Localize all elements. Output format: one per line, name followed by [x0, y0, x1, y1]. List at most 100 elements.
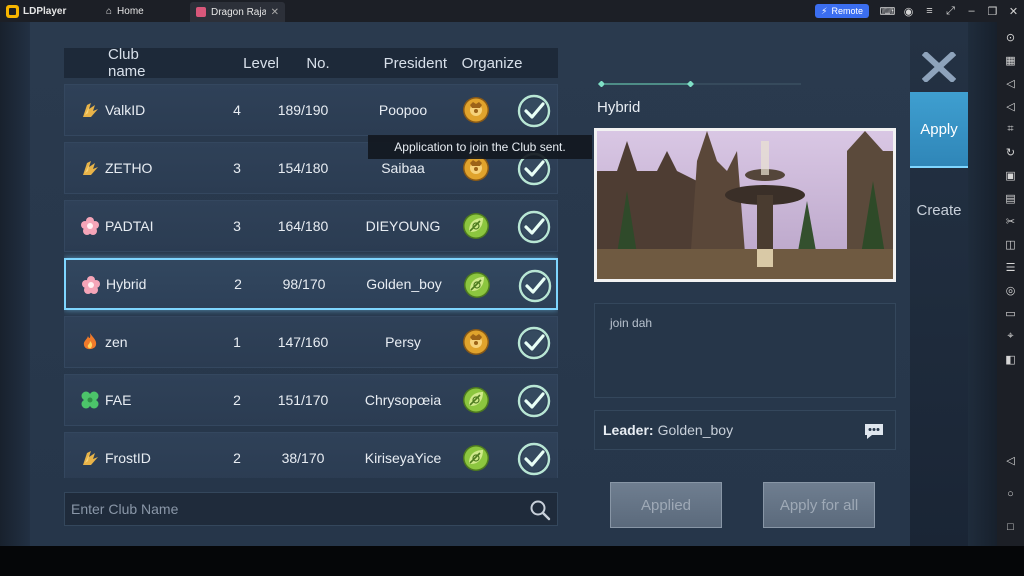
- club-row-president: DIEYOUNG: [365, 218, 441, 234]
- club-row-members: 164/180: [277, 218, 329, 234]
- header-no: No.: [306, 54, 330, 72]
- club-row-president: Golden_boy: [366, 276, 442, 292]
- account-icon[interactable]: ◉: [898, 5, 919, 18]
- location-icon[interactable]: ⌖: [1001, 325, 1021, 348]
- toast-message: Application to join the Club sent.: [368, 135, 592, 159]
- club-row-members: 151/170: [277, 392, 329, 408]
- club-row-name: Hybrid: [106, 276, 147, 292]
- folder-icon[interactable]: ▭: [1001, 302, 1021, 325]
- join-check-icon[interactable]: [517, 384, 551, 418]
- club-row-name: ValkID: [105, 102, 146, 118]
- brand-label: LDPlayer: [23, 5, 67, 17]
- ldplayer-logo-icon: [6, 4, 19, 18]
- decorative-line: [597, 81, 801, 87]
- sync-icon[interactable]: ☰: [1001, 256, 1021, 279]
- menu-icon[interactable]: ≡: [919, 5, 940, 18]
- organize-leaf-icon: [462, 270, 492, 300]
- back-icon[interactable]: ◁: [1001, 449, 1021, 472]
- club-emblem-wings-icon: [79, 99, 101, 121]
- shake-icon[interactable]: ◎: [1001, 279, 1021, 302]
- minimize-icon[interactable]: –: [961, 5, 982, 18]
- ldplayer-brand: LDPlayer: [0, 4, 96, 18]
- tab-close-icon[interactable]: ✕: [271, 7, 279, 18]
- club-row[interactable]: PADTAI 3 164/180 DIEYOUNG: [64, 200, 558, 252]
- club-description: join dah: [594, 303, 896, 398]
- volume-down-icon[interactable]: ◁: [1001, 95, 1021, 118]
- club-emblem-flower-icon: [80, 274, 102, 296]
- restore-icon[interactable]: ❐: [982, 5, 1003, 18]
- applied-button[interactable]: Applied: [610, 482, 722, 528]
- chat-icon[interactable]: [863, 422, 885, 440]
- tab-create[interactable]: Create: [910, 172, 968, 248]
- remote-label: Remote: [831, 6, 863, 16]
- tab-game[interactable]: Dragon Raja L... ✕: [190, 2, 285, 22]
- club-row-name: PADTAI: [105, 218, 154, 234]
- tab-apply[interactable]: Apply: [910, 92, 968, 168]
- settings-icon[interactable]: ⊙: [1001, 26, 1021, 49]
- tab-game-label: Dragon Raja L...: [211, 6, 266, 18]
- club-row-president: Saibaa: [381, 160, 425, 176]
- organize-leaf-icon: [461, 443, 491, 473]
- selected-club-title: Hybrid: [597, 99, 641, 116]
- operation-icon[interactable]: ◧: [1001, 348, 1021, 371]
- header-club-name: Club name: [108, 46, 146, 80]
- organize-leaf-icon: [461, 385, 491, 415]
- club-leader-row: Leader: Golden_boy: [594, 410, 896, 450]
- search-icon[interactable]: [529, 499, 551, 521]
- apk-icon[interactable]: ▤: [1001, 187, 1021, 210]
- club-search-input[interactable]: [65, 501, 515, 517]
- screenshot-icon[interactable]: ⌗: [1001, 118, 1021, 141]
- apply-for-all-button[interactable]: Apply for all: [763, 482, 875, 528]
- scissors-icon[interactable]: ✂: [1001, 210, 1021, 233]
- header-organize: Organize: [461, 54, 523, 72]
- organize-lion-icon: [461, 327, 491, 357]
- remote-button[interactable]: ⚡ Remote: [815, 4, 869, 18]
- club-row-level: 2: [233, 450, 241, 466]
- leader-label: Leader:: [603, 422, 654, 438]
- join-check-icon[interactable]: [517, 94, 551, 128]
- rotate-icon[interactable]: ↻: [1001, 141, 1021, 164]
- club-row-president: KiriseyaYice: [364, 450, 442, 466]
- club-row[interactable]: FAE 2 151/170 Chrysopœia: [64, 374, 558, 426]
- join-check-icon[interactable]: [517, 442, 551, 476]
- leader-name: Golden_boy: [657, 422, 734, 438]
- recent-apps-icon[interactable]: □: [1001, 515, 1021, 538]
- club-row[interactable]: zen 1 147/160 Persy: [64, 316, 558, 368]
- club-row-level: 1: [233, 334, 241, 350]
- club-row-level: 2: [234, 276, 242, 292]
- join-check-icon[interactable]: [517, 210, 551, 244]
- window-close-icon[interactable]: ✕: [1003, 5, 1024, 18]
- close-panel-button[interactable]: [910, 44, 968, 90]
- keyboard-icon[interactable]: ▦: [1001, 49, 1021, 72]
- remote-icon: ⚡: [821, 5, 828, 16]
- header-level: Level: [243, 54, 279, 72]
- club-row-name: FAE: [105, 392, 132, 408]
- club-row-level: 3: [233, 160, 241, 176]
- club-row-members: 189/190: [277, 102, 329, 118]
- club-emblem-wings-icon: [79, 447, 101, 469]
- club-emblem-flower-icon: [79, 215, 101, 237]
- tab-home[interactable]: ⌂ Home: [96, 0, 190, 22]
- club-row[interactable]: Hybrid 2 98/170 Golden_boy: [64, 258, 558, 310]
- emulator-sidebar: ⊙ ▦ ◁ ◁ ⌗ ↻ ▣ ▤ ✂ ◫ ☰ ◎ ▭ ⌖ ◧ ◁ ○ □: [997, 22, 1024, 546]
- record-icon[interactable]: ▣: [1001, 164, 1021, 187]
- home-icon: ⌂: [106, 5, 113, 17]
- club-row-name: zen: [105, 334, 128, 350]
- club-row[interactable]: ValkID 4 189/190 Poopoo: [64, 84, 558, 136]
- gamepad-icon[interactable]: ⌨: [877, 5, 898, 18]
- club-emblem-flame-icon: [79, 331, 101, 353]
- multi-instance-icon[interactable]: ◫: [1001, 233, 1021, 256]
- join-check-icon[interactable]: [517, 326, 551, 360]
- club-table-header: Club name Level No. President Organize: [64, 46, 558, 80]
- fullscreen-icon[interactable]: ⤢: [940, 5, 961, 18]
- tab-create-label: Create: [916, 201, 962, 219]
- club-emblem-wings-icon: [79, 157, 101, 179]
- club-row-level: 3: [233, 218, 241, 234]
- emulator-titlebar: LDPlayer ⌂ Home Dragon Raja L... ✕ ⚡ Rem…: [0, 0, 1024, 22]
- volume-up-icon[interactable]: ◁: [1001, 72, 1021, 95]
- join-check-icon[interactable]: [518, 269, 552, 303]
- club-row[interactable]: FrostID 2 38/170 KiriseyaYice: [64, 432, 558, 478]
- home-nav-icon[interactable]: ○: [1001, 482, 1021, 505]
- club-row-members: 98/170: [282, 276, 326, 292]
- club-row-members: 147/160: [277, 334, 329, 350]
